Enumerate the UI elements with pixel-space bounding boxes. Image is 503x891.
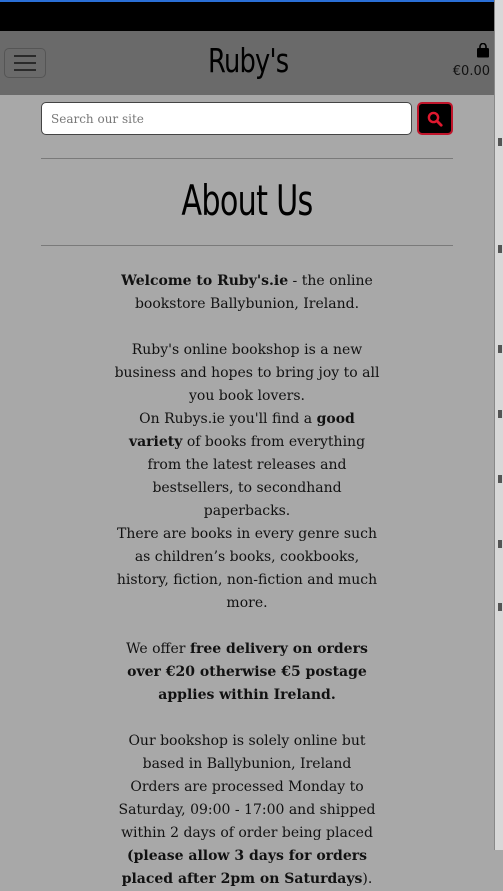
scrollbar-mark — [498, 138, 502, 146]
scrollbar-mark — [498, 410, 502, 418]
navbar: Ruby's €0.00 — [0, 31, 494, 95]
saturday-text-post: ). — [362, 871, 373, 887]
scrollbar-mark — [498, 345, 502, 353]
variety-text-pre: On Rubys.ie you'll find a — [139, 411, 317, 427]
hamburger-icon-line — [14, 69, 36, 71]
search-button[interactable] — [417, 102, 453, 135]
menu-toggle-button[interactable] — [4, 48, 46, 78]
saturday-note: (please allow 3 days for orders placed a… — [112, 845, 382, 891]
scrollbar-mark — [498, 245, 502, 253]
location-paragraph: Our bookshop is solely online but based … — [128, 733, 366, 772]
orders-paragraph: Orders are processed Monday to Saturday,… — [118, 779, 376, 841]
variety-paragraph: On Rubys.ie you'll find a good variety o… — [112, 408, 382, 523]
scrollbar-mark — [498, 540, 502, 548]
delivery-paragraph: We offer free delivery on orders over €2… — [112, 638, 382, 707]
intro-paragraph: Ruby's online bookshop is a new business… — [114, 342, 380, 404]
shopping-bag-icon — [477, 43, 489, 58]
welcome-bold: Welcome to Ruby's.ie — [121, 273, 289, 289]
hamburger-icon-line — [14, 55, 36, 57]
search-icon — [427, 111, 443, 127]
divider-bottom — [41, 245, 453, 246]
top-black-bar — [0, 0, 494, 31]
welcome-paragraph: Welcome to Ruby's.ie - the online bookst… — [112, 270, 382, 316]
delivery-text-pre: We offer — [126, 641, 190, 657]
about-content: Welcome to Ruby's.ie - the online bookst… — [112, 270, 382, 891]
divider-top — [41, 158, 453, 159]
search-input[interactable] — [41, 102, 412, 135]
search-form — [41, 102, 453, 135]
site-logo[interactable]: Ruby's — [208, 41, 289, 80]
genres-paragraph: There are books in every genre such as c… — [116, 526, 378, 611]
scrollbar-mark — [498, 603, 502, 611]
cart-link[interactable]: €0.00 — [446, 43, 490, 79]
cart-total: €0.00 — [452, 64, 490, 79]
hamburger-icon-line — [14, 62, 36, 64]
page-title: About Us — [181, 176, 313, 225]
scrollbar-mark — [498, 475, 502, 483]
scrollbar[interactable] — [494, 0, 503, 850]
saturday-bold: (please allow 3 days for orders placed a… — [121, 848, 367, 887]
